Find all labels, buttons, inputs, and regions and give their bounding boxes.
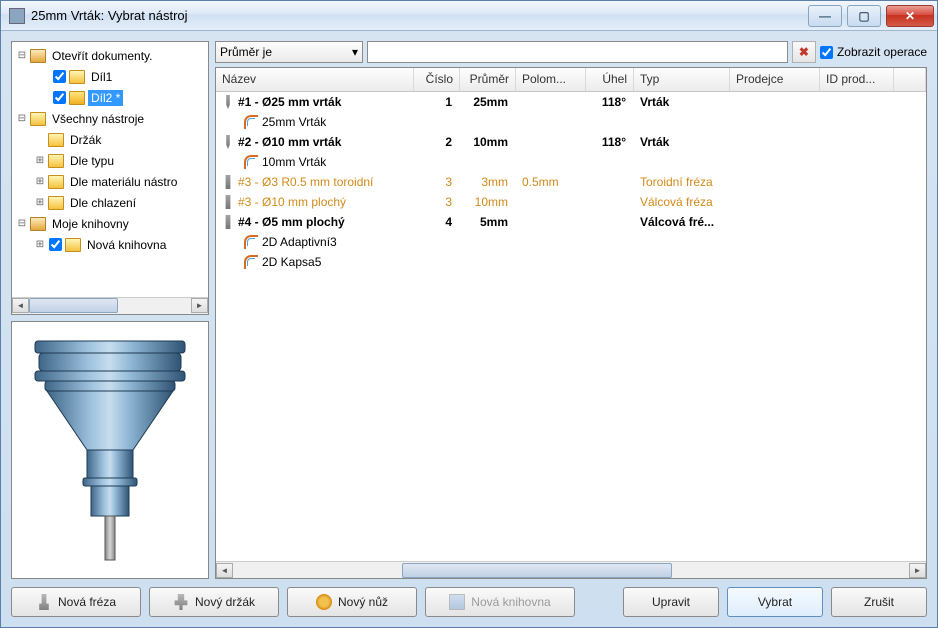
dialog-window: 25mm Vrták: Vybrat nástroj — ▢ ✕ ⊟ Otevř…	[0, 0, 938, 628]
category-icon	[48, 196, 64, 210]
column-header-number[interactable]: Číslo	[414, 68, 460, 91]
table-row[interactable]: 25mm Vrták	[216, 112, 926, 132]
tree-item-by-cooling[interactable]: ⊞ Dle chlazení	[12, 192, 208, 213]
scroll-left-button[interactable]: ◄	[12, 298, 29, 313]
tree-item-my-libraries[interactable]: ⊟ Moje knihovny	[12, 213, 208, 234]
table-row[interactable]: 10mm Vrták	[216, 152, 926, 172]
dialog-content: ⊟ Otevřít dokumenty. Díl1 Díl2 *	[1, 31, 937, 627]
folder-open-icon	[30, 49, 46, 63]
scroll-right-button[interactable]: ►	[191, 298, 208, 313]
table-row[interactable]: 2D Kapsa5	[216, 252, 926, 272]
scroll-left-button[interactable]: ◄	[216, 563, 233, 578]
filter-row: Průměr je ▾ ✖ Zobrazit operace	[215, 41, 927, 63]
collapse-icon[interactable]: ⊟	[16, 218, 28, 229]
mill-icon	[222, 195, 234, 209]
show-operations-toggle[interactable]: Zobrazit operace	[820, 45, 927, 59]
column-header-vendor[interactable]: Prodejce	[730, 68, 820, 91]
filter-clear-button[interactable]: ✖	[792, 41, 816, 63]
tree-item-by-material[interactable]: ⊞ Dle materiálu nástro	[12, 171, 208, 192]
operation-icon	[244, 115, 258, 129]
operation-icon	[244, 235, 258, 249]
mill-icon	[222, 215, 234, 229]
column-header-name[interactable]: Název	[216, 68, 414, 91]
tree-item-all-tools[interactable]: ⊟ Všechny nástroje	[12, 108, 208, 129]
minimize-button[interactable]: —	[808, 5, 842, 27]
tree-item-dil2[interactable]: Díl2 *	[12, 87, 208, 108]
table-row[interactable]: 2D Adaptivní3	[216, 232, 926, 252]
knife-icon	[316, 594, 332, 610]
library-icon	[449, 594, 465, 610]
table-row[interactable]: #2 - Ø10 mm vrták210mm118°Vrták	[216, 132, 926, 152]
tree-item-holder[interactable]: Držák	[12, 129, 208, 150]
drill-icon	[222, 135, 234, 149]
tool-preview-image	[25, 335, 195, 565]
holder-icon	[173, 594, 189, 610]
show-operations-checkbox[interactable]	[820, 46, 833, 59]
column-header-id[interactable]: ID prod...	[820, 68, 894, 91]
column-header-radius[interactable]: Polom...	[516, 68, 586, 91]
select-button[interactable]: Vybrat	[727, 587, 823, 617]
new-holder-button[interactable]: Nový držák	[149, 587, 279, 617]
column-header-type[interactable]: Typ	[634, 68, 730, 91]
table-row[interactable]: #4 - Ø5 mm plochý45mmVálcová fré...	[216, 212, 926, 232]
mill-icon	[222, 175, 234, 189]
category-icon	[48, 175, 64, 189]
collapse-icon[interactable]: ⊟	[16, 113, 28, 124]
table-row[interactable]: #3 - Ø10 mm plochý310mmVálcová fréza	[216, 192, 926, 212]
table-body: #1 - Ø25 mm vrták125mm118°Vrták25mm Vrtá…	[216, 92, 926, 561]
document-icon	[69, 91, 85, 105]
new-mill-button[interactable]: Nová fréza	[11, 587, 141, 617]
expand-icon[interactable]: ⊞	[34, 197, 46, 208]
category-icon	[48, 154, 64, 168]
close-button[interactable]: ✕	[886, 5, 934, 27]
document-icon	[69, 70, 85, 84]
table-row[interactable]: #3 - Ø3 R0.5 mm toroidní33mm0.5mmToroidn…	[216, 172, 926, 192]
tree-horizontal-scrollbar[interactable]: ◄ ►	[12, 297, 208, 314]
operation-icon	[244, 255, 258, 269]
collapse-icon[interactable]: ⊟	[16, 50, 28, 61]
filter-property-select[interactable]: Průměr je ▾	[215, 41, 363, 63]
app-icon	[9, 8, 25, 24]
tool-preview-panel	[11, 321, 209, 579]
tree-item-new-library[interactable]: ⊞ Nová knihovna	[12, 234, 208, 255]
titlebar[interactable]: 25mm Vrták: Vybrat nástroj — ▢ ✕	[1, 1, 937, 31]
tree-item-by-type[interactable]: ⊞ Dle typu	[12, 150, 208, 171]
tree-check-newlib[interactable]	[49, 238, 62, 251]
column-header-extra[interactable]	[894, 68, 926, 91]
table-row[interactable]: #1 - Ø25 mm vrták125mm118°Vrták	[216, 92, 926, 112]
window-title: 25mm Vrták: Vybrat nástroj	[31, 8, 806, 23]
tree-check-dil1[interactable]	[53, 70, 66, 83]
expand-icon[interactable]: ⊞	[34, 155, 46, 166]
library-tree-panel: ⊟ Otevřít dokumenty. Díl1 Díl2 *	[11, 41, 209, 315]
expand-icon[interactable]: ⊞	[34, 176, 46, 187]
scroll-right-button[interactable]: ►	[909, 563, 926, 578]
new-library-button[interactable]: Nová knihovna	[425, 587, 575, 617]
filter-value-input[interactable]	[367, 41, 788, 63]
edit-button[interactable]: Upravit	[623, 587, 719, 617]
chevron-down-icon: ▾	[352, 45, 358, 59]
button-row: Nová fréza Nový držák Nový nůž Nová knih…	[11, 587, 927, 617]
tools-icon	[30, 112, 46, 126]
operation-icon	[244, 155, 258, 169]
cancel-button[interactable]: Zrušit	[831, 587, 927, 617]
maximize-button[interactable]: ▢	[847, 5, 881, 27]
mill-icon	[36, 594, 52, 610]
drill-icon	[222, 95, 234, 109]
table-horizontal-scrollbar[interactable]: ◄ ►	[216, 561, 926, 578]
new-knife-button[interactable]: Nový nůž	[287, 587, 417, 617]
holder-icon	[48, 133, 64, 147]
folder-open-icon	[30, 217, 46, 231]
table-header: Název Číslo Průměr Polom... Úhel Typ Pro…	[216, 68, 926, 92]
tree-check-dil2[interactable]	[53, 91, 66, 104]
tree-item-dil1[interactable]: Díl1	[12, 66, 208, 87]
library-icon	[65, 238, 81, 252]
tool-table-panel: Název Číslo Průměr Polom... Úhel Typ Pro…	[215, 67, 927, 579]
tree-item-open-documents[interactable]: ⊟ Otevřít dokumenty.	[12, 45, 208, 66]
column-header-angle[interactable]: Úhel	[586, 68, 634, 91]
column-header-diameter[interactable]: Průměr	[460, 68, 516, 91]
expand-icon[interactable]: ⊞	[34, 239, 46, 250]
